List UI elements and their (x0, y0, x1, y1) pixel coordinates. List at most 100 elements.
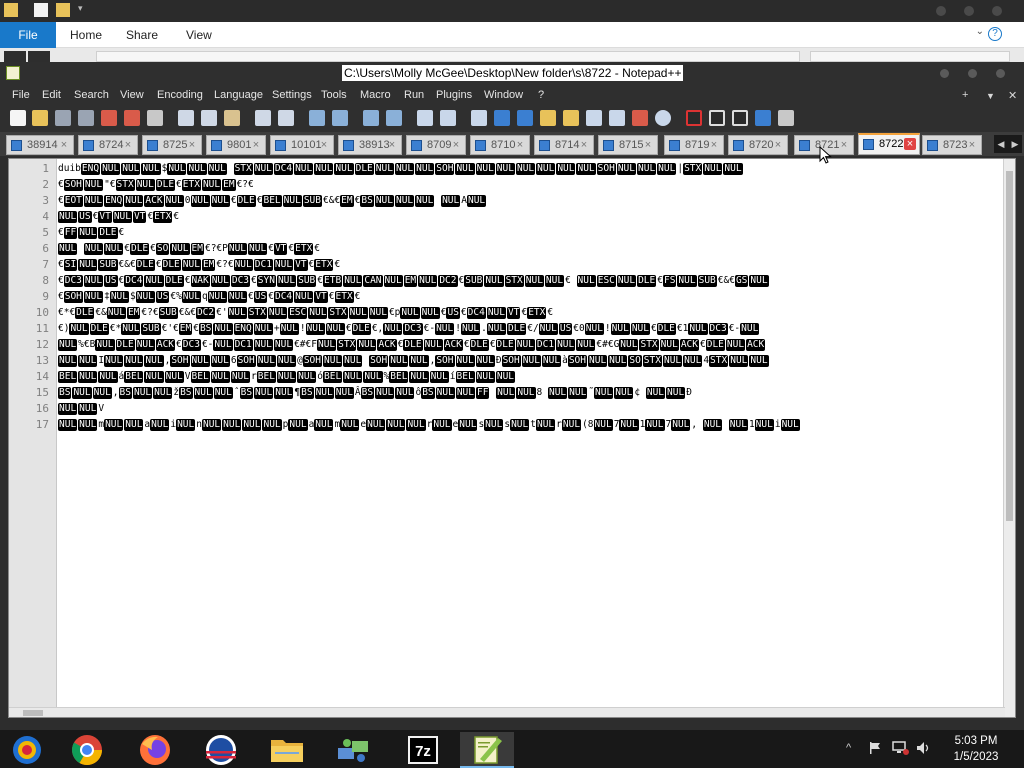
tab-10101[interactable]: 10101 × (270, 135, 334, 155)
tab-8725[interactable]: 8725 × (142, 135, 202, 155)
close-tab-icon[interactable]: × (186, 139, 198, 151)
zoom-out-icon[interactable] (386, 110, 402, 126)
show-all-characters-icon[interactable] (494, 110, 510, 126)
editor-line[interactable]: NUL NUL INUL NUL NUL ,SOH NUL NUL 6SOH NUL NUL @SOH… (58, 353, 770, 369)
sync-vertical-icon[interactable] (417, 110, 433, 126)
tab-8714[interactable]: 8714 × (534, 135, 594, 155)
tab-scroll-left-icon[interactable]: ◀ (994, 135, 1008, 153)
paste-icon[interactable] (224, 110, 240, 126)
close-file-icon[interactable] (101, 110, 117, 126)
close-tab-icon[interactable]: × (966, 139, 978, 151)
show-hidden-icons-button[interactable]: ^ (846, 742, 851, 754)
replace-icon[interactable] (332, 110, 348, 126)
forward-button[interactable] (28, 51, 50, 62)
folder-as-workspace-icon[interactable] (609, 110, 625, 126)
close-button[interactable] (996, 69, 1005, 78)
editor-line[interactable]: €)NUL DLE €*NUL SUB €'€EM €BS NUL ENQ NUL +NUL !NU… (58, 321, 760, 337)
close-tab-icon[interactable]: × (838, 139, 850, 151)
user-language-icon[interactable] (540, 110, 556, 126)
close-tab-icon[interactable]: × (386, 139, 398, 151)
editor-line[interactable]: NUL NUL NUL €DLE €SO NUL EM €?€PNUL NUL €VT €ETX € (58, 241, 320, 257)
document-map-icon[interactable] (563, 110, 579, 126)
editor-line[interactable]: €FF NUL DLE € (58, 225, 124, 241)
tab-list-dropdown-icon[interactable]: ▼ (986, 91, 995, 101)
tab-home[interactable]: Home (70, 22, 102, 48)
editor-line[interactable]: €DC3 NUL US €DC4 NUL DLE €NAK NUL DC3 €SYN NUL SUB €… (58, 273, 770, 289)
maximize-button[interactable] (964, 6, 974, 16)
chrome-icon[interactable] (60, 732, 114, 768)
minimize-button[interactable] (936, 6, 946, 16)
menu-window[interactable]: Window (484, 89, 523, 101)
editor-line[interactable]: €EOT NUL ENQ NUL ACK NUL 0NUL NUL €DLE €BEL NUL SUB… (58, 193, 487, 209)
editor-line[interactable]: BS NUL NUL ,BS NUL NUL žBS NUL NUL ˆBS NUL NUL ¶BS NU… (58, 385, 692, 401)
menu-language[interactable]: Language (214, 89, 263, 101)
close-tab-icon[interactable]: × (514, 139, 526, 151)
search-box[interactable] (810, 51, 1010, 62)
close-all-icon[interactable] (124, 110, 140, 126)
tab-share[interactable]: Share (126, 22, 158, 48)
start-icon[interactable] (0, 732, 54, 768)
tab-8710[interactable]: 8710 × (470, 135, 530, 155)
tab-8722[interactable]: 8722 × (858, 133, 920, 155)
monitoring-icon[interactable] (632, 110, 648, 126)
firefox-icon[interactable] (128, 732, 182, 768)
close-tab-icon[interactable]: × (642, 139, 654, 151)
tab-38913[interactable]: 38913 × (338, 135, 402, 155)
redo-icon[interactable] (278, 110, 294, 126)
indent-guide-icon[interactable] (517, 110, 533, 126)
tab-8709[interactable]: 8709 × (406, 135, 466, 155)
network-icon[interactable] (892, 741, 910, 755)
vertical-scrollbar[interactable] (1003, 159, 1015, 717)
menu-help[interactable]: ? (538, 89, 544, 101)
7zip-icon[interactable]: 7z (396, 732, 450, 768)
horizontal-scrollbar[interactable] (9, 707, 1005, 717)
menu-settings[interactable]: Settings (272, 89, 312, 101)
menu-macro[interactable]: Macro (360, 89, 391, 101)
tab-8724[interactable]: 8724 × (78, 135, 138, 155)
open-file-icon[interactable] (32, 110, 48, 126)
close-tab-icon[interactable]: × (250, 139, 262, 151)
close-tab-icon[interactable]: × (58, 139, 70, 151)
editor-line[interactable]: €SOH NUL "€STX NUL DLE €ETX NUL EM €?€ (58, 177, 254, 193)
zoom-in-icon[interactable] (363, 110, 379, 126)
sync-horizontal-icon[interactable] (440, 110, 456, 126)
tab-8719[interactable]: 8719 × (664, 135, 724, 155)
new-tab-plus-icon[interactable]: + (962, 89, 968, 101)
tab-view[interactable]: View (186, 22, 212, 48)
save-icon[interactable] (55, 110, 71, 126)
close-tab-icon[interactable]: × (450, 139, 462, 151)
editor-line[interactable]: €SOH NUL ‡NUL $NUL US €%NUL qNUL NUL €US €DC4 NUL V… (58, 289, 360, 305)
function-list-icon[interactable] (586, 110, 602, 126)
scroll-thumb[interactable] (1006, 171, 1013, 521)
file-explorer-icon[interactable] (260, 732, 314, 768)
stop-macro-icon[interactable] (709, 110, 725, 126)
tab-8715[interactable]: 8715 × (598, 135, 658, 155)
chevron-down-icon[interactable]: ⌄ (976, 26, 984, 37)
new-folder-icon[interactable] (56, 3, 70, 17)
menu-tools[interactable]: Tools (321, 89, 347, 101)
scroll-thumb[interactable] (23, 710, 43, 716)
record-macro-icon[interactable] (686, 110, 702, 126)
menu-run[interactable]: Run (404, 89, 424, 101)
new-file-icon[interactable] (10, 110, 26, 126)
close-tab-icon[interactable]: × (318, 139, 330, 151)
run-macro-multiple-icon[interactable] (755, 110, 771, 126)
network-app-icon[interactable] (326, 732, 380, 768)
tab-38914[interactable]: 38914 × (6, 135, 74, 155)
cut-icon[interactable] (178, 110, 194, 126)
address-bar[interactable] (96, 51, 800, 62)
find-icon[interactable] (309, 110, 325, 126)
tab-scroll-right-icon[interactable]: ▶ (1008, 135, 1022, 153)
undo-icon[interactable] (255, 110, 271, 126)
tab-8723[interactable]: 8723 × (922, 135, 982, 155)
editor-line[interactable]: BEL NUL NUL áBEL NUL NUL VBEL NUL NUL rBEL NUL NUL ó… (58, 369, 516, 385)
tab-file[interactable]: File (0, 22, 56, 48)
close-tab-icon[interactable]: × (122, 139, 134, 151)
play-macro-icon[interactable] (732, 110, 748, 126)
minimize-button[interactable] (940, 69, 949, 78)
save-all-icon[interactable] (78, 110, 94, 126)
close-tab-icon[interactable]: × (904, 138, 916, 150)
close-tab-icon[interactable]: × (708, 139, 720, 151)
close-tab-icon[interactable]: × (772, 139, 784, 151)
copy-icon[interactable] (201, 110, 217, 126)
